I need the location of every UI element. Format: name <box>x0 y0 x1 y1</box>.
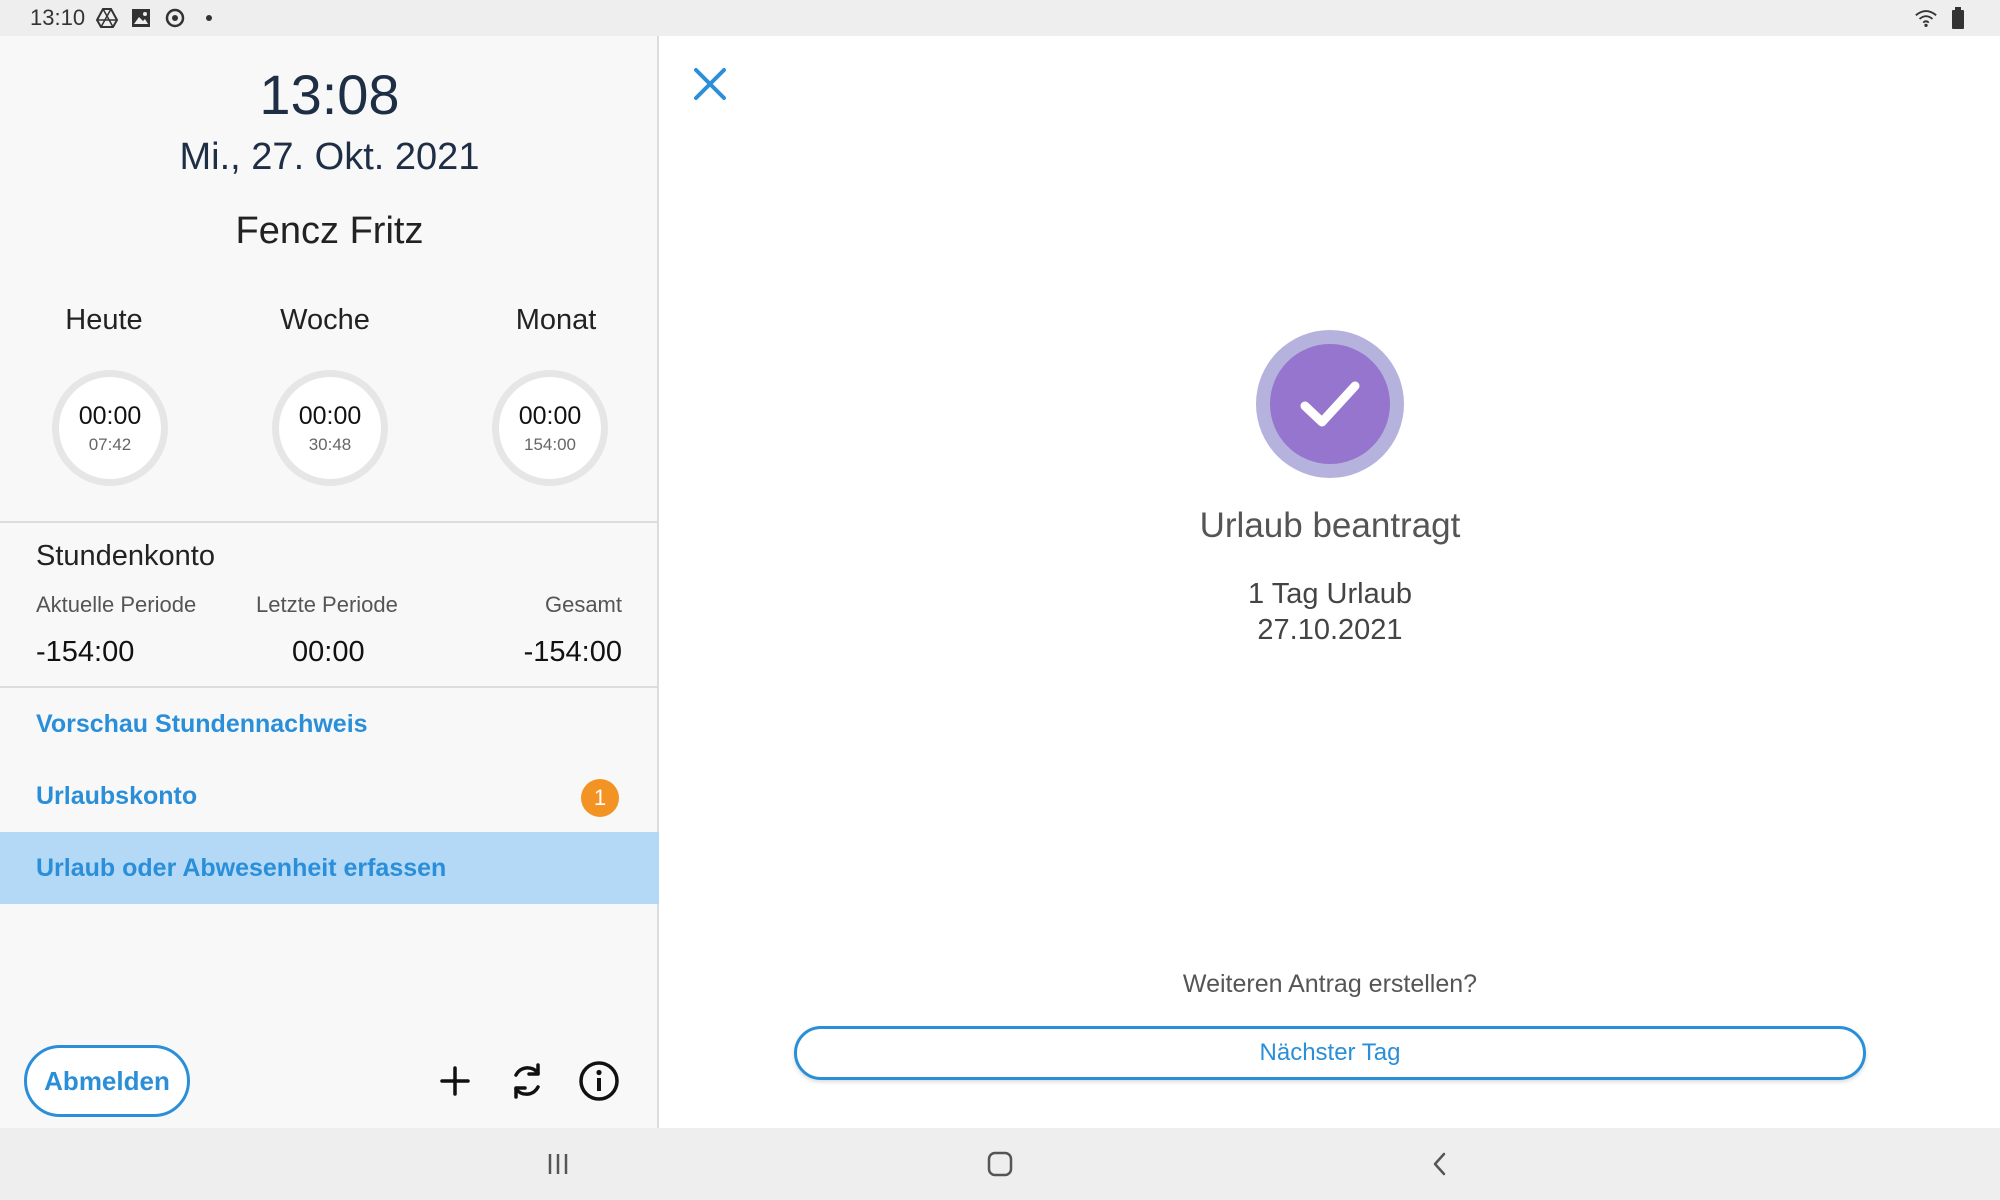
notification-badge: 1 <box>581 779 619 817</box>
menu-item-timesheet-preview[interactable]: Vorschau Stundennachweis <box>0 688 659 760</box>
navigation-bar <box>0 1128 2000 1200</box>
account-value-last: 00:00 <box>292 636 365 668</box>
menu-item-vacation-account[interactable]: Urlaubskonto 1 <box>0 760 659 832</box>
stat-label-week: Woche <box>280 304 370 336</box>
new-request-question: Weiteren Antrag erstellen? <box>1182 970 1478 998</box>
stat-ring-today: 00:00 07:42 <box>52 370 168 486</box>
success-indicator <box>1256 330 1404 478</box>
refresh-icon[interactable] <box>500 1054 554 1108</box>
left-panel: 13:08 Mi., 27. Okt. 2021 Fencz Fritz Heu… <box>0 36 659 1128</box>
stat-value-month: 00:00 <box>518 401 582 430</box>
info-icon[interactable] <box>572 1054 626 1108</box>
result-title: Urlaub beantragt <box>1199 506 1461 545</box>
user-name: Fencz Fritz <box>235 210 424 252</box>
next-day-button[interactable]: Nächster Tag <box>794 1026 1866 1080</box>
menu-item-label: Urlaub oder Abwesenheit erfassen <box>36 853 447 882</box>
stat-target-week: 30:48 <box>308 434 352 454</box>
menu-item-record-absence[interactable]: Urlaub oder Abwesenheit erfassen <box>0 832 659 904</box>
stat-ring-month: 00:00 154:00 <box>492 370 608 486</box>
dot-icon <box>197 6 221 30</box>
stat-ring-week: 00:00 30:48 <box>272 370 388 486</box>
home-icon[interactable] <box>974 1138 1026 1190</box>
menu-item-label: Vorschau Stundennachweis <box>36 709 368 738</box>
divider <box>0 521 659 523</box>
account-value-current: -154:00 <box>36 636 135 668</box>
menu-item-label: Urlaubskonto <box>36 781 198 810</box>
plus-icon[interactable] <box>428 1054 482 1108</box>
battery-icon <box>1946 6 1970 30</box>
wifi-icon <box>1914 6 1938 30</box>
account-label-current: Aktuelle Periode <box>36 592 197 617</box>
result-detail-days: 1 Tag Urlaub <box>1248 578 1412 610</box>
current-date: Mi., 27. Okt. 2021 <box>179 136 480 178</box>
status-time: 13:10 <box>30 5 86 30</box>
back-icon[interactable] <box>1414 1138 1466 1190</box>
recent-apps-icon[interactable] <box>532 1138 584 1190</box>
stat-target-today: 07:42 <box>88 434 132 454</box>
checkmark-icon <box>1300 381 1360 427</box>
stat-value-today: 00:00 <box>78 401 142 430</box>
hours-account-title: Stundenkonto <box>36 540 215 572</box>
stat-label-today: Heute <box>65 304 143 336</box>
status-bar: 13:10 <box>0 0 2000 36</box>
account-label-total: Gesamt <box>544 592 622 617</box>
close-icon[interactable] <box>686 60 734 108</box>
stat-label-month: Monat <box>515 304 597 336</box>
account-value-total: -154:00 <box>523 636 622 668</box>
stat-value-week: 00:00 <box>298 401 362 430</box>
image-icon <box>129 6 153 30</box>
result-detail-date: 27.10.2021 <box>1257 614 1403 646</box>
stat-target-month: 154:00 <box>524 434 576 454</box>
logout-button[interactable]: Abmelden <box>24 1045 190 1117</box>
drive-icon <box>95 6 119 30</box>
current-time: 13:08 <box>259 63 400 126</box>
account-label-last: Letzte Periode <box>256 592 398 617</box>
sync-icon <box>163 6 187 30</box>
